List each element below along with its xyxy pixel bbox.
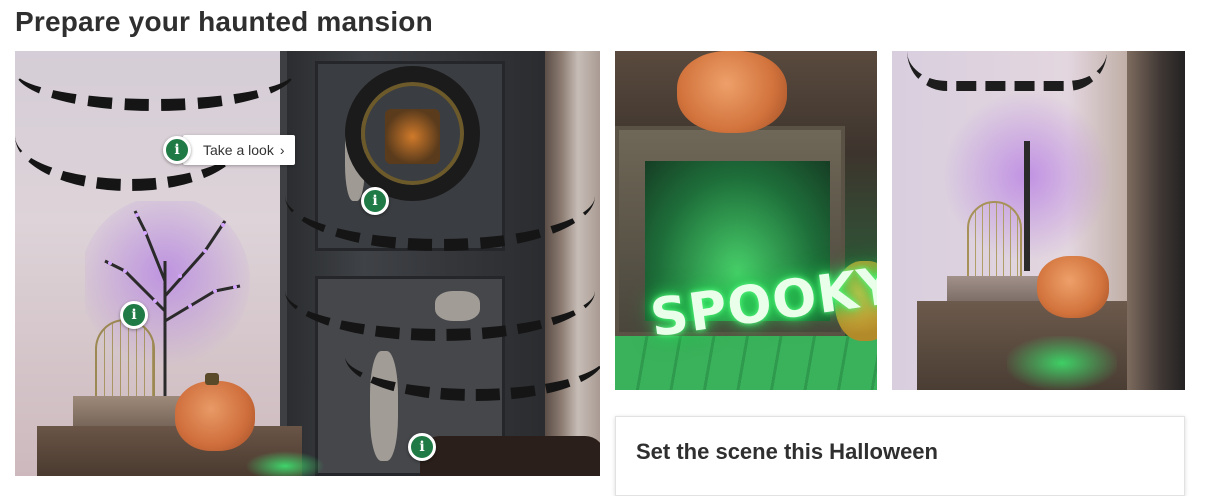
pumpkin-stem — [205, 373, 219, 385]
garland — [285, 141, 595, 251]
take-a-look-label: Take a look — [203, 142, 274, 158]
green-glow — [1007, 336, 1117, 390]
pumpkin-bag — [420, 436, 600, 476]
take-a-look-tooltip[interactable]: i Take a look › — [163, 135, 295, 165]
garland — [907, 51, 1107, 91]
info-icon: i — [131, 307, 137, 323]
green-glow — [245, 451, 325, 476]
card-title: Set the scene this Halloween — [636, 439, 938, 464]
tree-trunk — [1024, 141, 1030, 271]
info-icon: i — [372, 193, 378, 209]
jack-o-lantern — [175, 381, 255, 451]
garland — [345, 311, 600, 401]
light-tree-scene-image[interactable] — [892, 51, 1185, 390]
jack-o-lantern — [1037, 256, 1109, 318]
take-a-look-link[interactable]: Take a look › — [183, 135, 295, 165]
product-hotspot[interactable]: i — [163, 136, 191, 164]
birdcage — [967, 201, 1022, 283]
door-frame — [1127, 51, 1185, 390]
product-hotspot[interactable]: i — [408, 433, 436, 461]
product-hotspot[interactable]: i — [361, 187, 389, 215]
chevron-right-icon: › — [279, 142, 285, 158]
info-icon: i — [419, 439, 425, 455]
scene-info-card: Set the scene this Halloween — [615, 416, 1185, 496]
birdcage — [95, 319, 155, 401]
jack-o-lantern — [677, 51, 787, 133]
main-scene-image: i i i i Take a look › — [15, 51, 600, 476]
page-title: Prepare your haunted mansion — [15, 6, 433, 37]
spooky-neon-image[interactable]: SPOOKY — [615, 51, 877, 390]
product-hotspot[interactable]: i — [120, 301, 148, 329]
info-icon: i — [174, 142, 180, 158]
